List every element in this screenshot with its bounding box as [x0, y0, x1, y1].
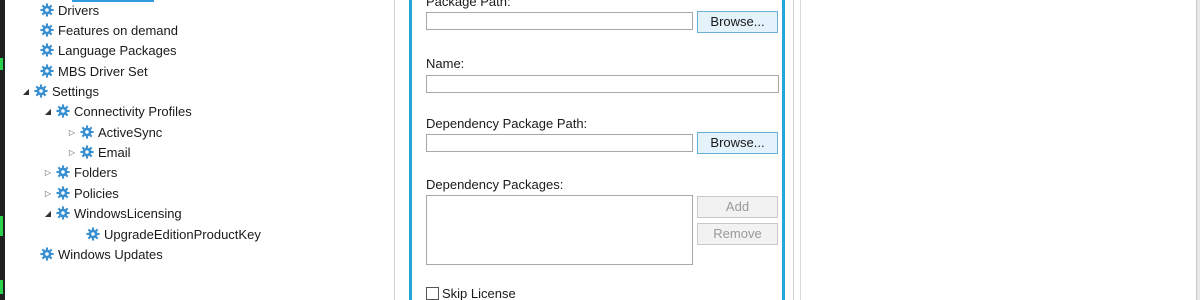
tree-item-label: Windows Updates: [58, 246, 163, 262]
checkbox-box[interactable]: [426, 287, 439, 300]
tree-item-policies[interactable]: ▷ Policies: [42, 183, 119, 203]
browse-package-button[interactable]: Browse...: [697, 11, 778, 33]
gear-icon: [56, 104, 70, 118]
gear-icon: [80, 125, 94, 139]
tree-item-label: ActiveSync: [98, 124, 163, 140]
package-path-input[interactable]: [426, 12, 693, 30]
name-label: Name:: [426, 56, 465, 71]
tree-item-mbs-driver-set[interactable]: MBS Driver Set: [40, 61, 148, 81]
tree-item-language-packages[interactable]: Language Packages: [40, 40, 177, 60]
skip-license-label: Skip License: [442, 286, 516, 300]
tree-item-label: Features on demand: [58, 22, 178, 38]
dependency-packages-list[interactable]: [426, 195, 693, 265]
collapsed-arrow-icon[interactable]: ▷: [42, 189, 54, 198]
window-border: [1196, 0, 1200, 300]
tree-item-label: Folders: [74, 164, 118, 180]
details-pane: [800, 0, 1199, 300]
expanded-arrow-icon[interactable]: ◢: [42, 209, 54, 218]
tree-item-label: Email: [98, 144, 131, 160]
tree-item-label: Language Packages: [58, 42, 177, 58]
tree-item-label: MBS Driver Set: [58, 63, 148, 79]
browse-dependency-button[interactable]: Browse...: [697, 132, 778, 154]
gear-icon: [56, 165, 70, 179]
tree-item-activesync[interactable]: ▷ ActiveSync: [66, 122, 162, 142]
tree-item-email[interactable]: ▷ Email: [66, 142, 131, 162]
package-path-label: Package Path:: [426, 0, 511, 9]
collapsed-arrow-icon[interactable]: ▷: [42, 168, 54, 177]
tree-item-upgrade-edition-product-key[interactable]: UpgradeEditionProductKey: [86, 224, 261, 244]
add-dependency-button[interactable]: Add: [697, 196, 778, 218]
tree-item-settings[interactable]: ◢ Settings: [20, 81, 99, 101]
dependency-packages-label: Dependency Packages:: [426, 177, 564, 192]
gear-icon: [86, 227, 100, 241]
gear-icon: [80, 145, 94, 159]
left-edge-strip: [0, 0, 5, 300]
tree-item-folders[interactable]: ▷ Folders: [42, 162, 117, 182]
package-form-panel: Package Path: Browse... Name: Dependency…: [394, 0, 794, 300]
gear-icon: [40, 3, 54, 17]
tree-item-drivers[interactable]: Drivers: [40, 0, 99, 20]
tree-item-label: UpgradeEditionProductKey: [104, 226, 261, 242]
expanded-arrow-icon[interactable]: ◢: [42, 107, 54, 116]
dependency-package-path-label: Dependency Package Path:: [426, 116, 588, 131]
skip-license-checkbox[interactable]: Skip License: [426, 286, 516, 300]
tree-item-features-on-demand[interactable]: Features on demand: [40, 20, 178, 40]
tree-item-label: Drivers: [58, 2, 100, 18]
gear-icon: [40, 247, 54, 261]
gear-icon: [34, 84, 48, 98]
tree-item-label: Policies: [74, 185, 119, 201]
tree-item-windows-licensing[interactable]: ◢ WindowsLicensing: [42, 203, 182, 223]
tree-item-connectivity-profiles[interactable]: ◢ Connectivity Profiles: [42, 101, 192, 121]
gear-icon: [40, 43, 54, 57]
gear-icon: [56, 186, 70, 200]
collapsed-arrow-icon[interactable]: ▷: [66, 148, 78, 157]
gear-icon: [56, 206, 70, 220]
name-input[interactable]: [426, 75, 779, 93]
package-form: Package Path: Browse... Name: Dependency…: [409, 0, 785, 300]
tree-item-windows-updates[interactable]: Windows Updates: [40, 244, 163, 264]
remove-dependency-button[interactable]: Remove: [697, 223, 778, 245]
app-window: Drivers Features on demand Language Pack…: [0, 0, 1200, 300]
gear-icon: [40, 64, 54, 78]
dependency-package-path-input[interactable]: [426, 134, 693, 152]
tree-item-label: Connectivity Profiles: [74, 103, 192, 119]
tree-item-label: Settings: [52, 83, 99, 99]
collapsed-arrow-icon[interactable]: ▷: [66, 128, 78, 137]
tree-item-label: WindowsLicensing: [74, 205, 182, 221]
settings-tree: Drivers Features on demand Language Pack…: [14, 0, 394, 300]
gear-icon: [40, 23, 54, 37]
expanded-arrow-icon[interactable]: ◢: [20, 87, 32, 96]
